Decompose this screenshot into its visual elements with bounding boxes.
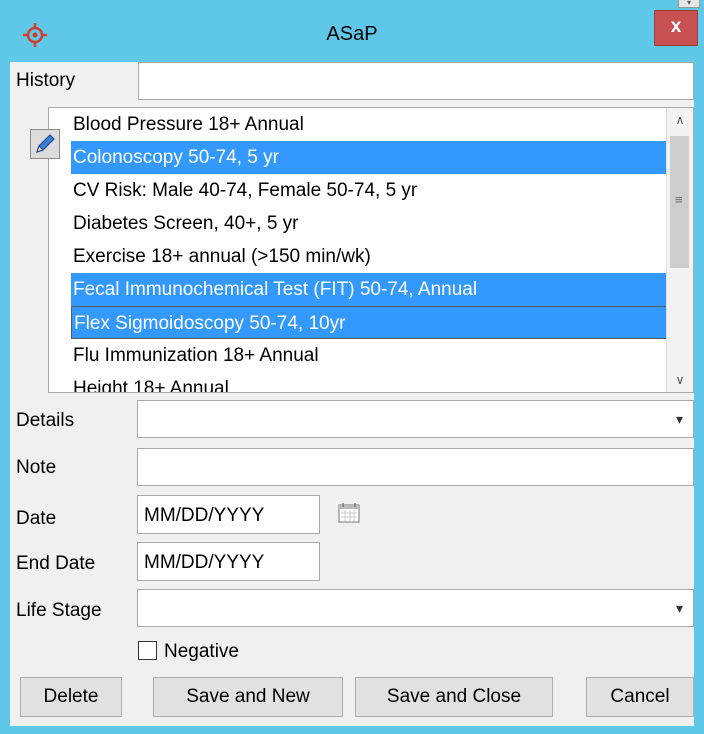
chevron-up-icon[interactable]: ∧ bbox=[667, 108, 693, 132]
history-label: History bbox=[16, 70, 76, 91]
edit-button[interactable] bbox=[30, 129, 60, 159]
note-label: Note bbox=[16, 457, 57, 478]
list-item[interactable]: Flu Immunization 18+ Annual bbox=[71, 339, 667, 372]
history-input[interactable] bbox=[138, 62, 694, 100]
list-item[interactable]: Height 18+ Annual bbox=[71, 372, 667, 392]
list-item[interactable]: Diabetes Screen, 40+, 5 yr bbox=[71, 207, 667, 240]
chevron-down-icon: ▾ bbox=[675, 600, 683, 616]
chevron-down-icon: ▾ bbox=[675, 411, 683, 427]
date-label: Date bbox=[16, 508, 57, 529]
end-date-label: End Date bbox=[16, 553, 96, 574]
grip-icon: ≡ bbox=[675, 192, 683, 207]
asap-dialog: ASaP ▾ x History Blood Pressure 18+ Annu… bbox=[0, 0, 704, 734]
list-item[interactable]: Colonoscopy 50-74, 5 yr bbox=[71, 141, 667, 174]
save-and-new-button[interactable]: Save and New bbox=[153, 677, 343, 717]
list-item[interactable]: Blood Pressure 18+ Annual bbox=[71, 108, 667, 141]
calendar-icon[interactable] bbox=[332, 496, 366, 530]
details-select[interactable]: ▾ bbox=[137, 400, 694, 438]
delete-button[interactable]: Delete bbox=[20, 677, 122, 717]
note-input[interactable] bbox=[137, 448, 694, 486]
preventive-care-list[interactable]: Blood Pressure 18+ Annual Colonoscopy 50… bbox=[48, 107, 694, 393]
dialog-body: History Blood Pressure 18+ Annual Colono… bbox=[10, 62, 694, 726]
date-value: MM/DD/YYYY bbox=[144, 505, 265, 526]
list-item[interactable]: Fecal Immunochemical Test (FIT) 50-74, A… bbox=[71, 273, 667, 306]
window-title: ASaP bbox=[326, 23, 378, 45]
close-button[interactable]: x bbox=[654, 10, 698, 46]
end-date-value: MM/DD/YYYY bbox=[144, 552, 265, 573]
date-input[interactable]: MM/DD/YYYY bbox=[137, 495, 320, 534]
chevron-down-icon[interactable]: ∨ bbox=[667, 368, 693, 392]
title-bar[interactable]: ASaP ▾ x bbox=[0, 0, 704, 62]
negative-checkbox[interactable] bbox=[138, 641, 157, 660]
negative-label[interactable]: Negative bbox=[164, 641, 239, 663]
list-item[interactable]: Flex Sigmoidoscopy 50-74, 10yr bbox=[71, 306, 667, 339]
pencil-icon bbox=[36, 134, 55, 153]
scrollbar-thumb[interactable]: ≡ bbox=[670, 136, 689, 268]
list-scrollbar[interactable]: ∧ ≡ ∨ bbox=[666, 108, 693, 392]
life-stage-label: Life Stage bbox=[16, 600, 102, 621]
background-scroll-arrow-icon: ▾ bbox=[678, 0, 700, 8]
cancel-button[interactable]: Cancel bbox=[586, 677, 694, 717]
save-and-close-button[interactable]: Save and Close bbox=[355, 677, 553, 717]
life-stage-select[interactable]: ▾ bbox=[137, 589, 694, 627]
details-label: Details bbox=[16, 410, 75, 431]
list-item[interactable]: CV Risk: Male 40-74, Female 50-74, 5 yr bbox=[71, 174, 667, 207]
end-date-input[interactable]: MM/DD/YYYY bbox=[137, 542, 320, 581]
list-item[interactable]: Exercise 18+ annual (>150 min/wk) bbox=[71, 240, 667, 273]
